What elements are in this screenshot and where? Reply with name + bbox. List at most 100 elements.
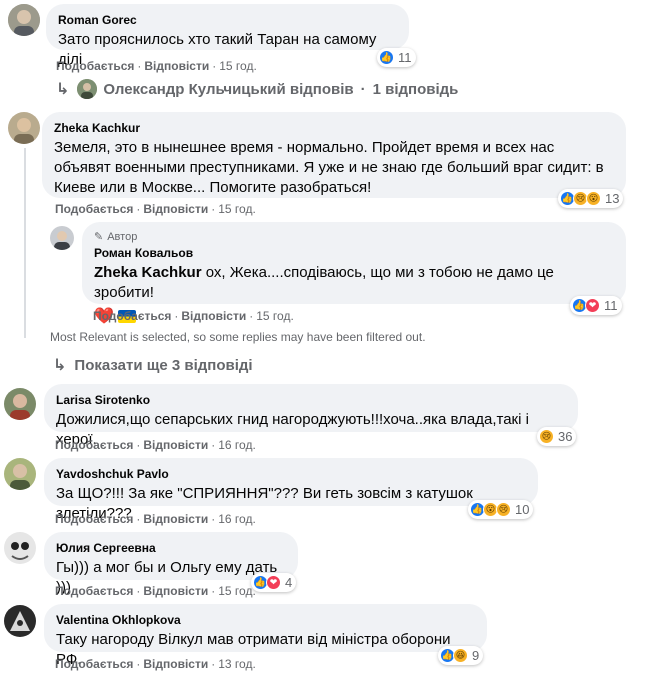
separator: · [136, 202, 141, 216]
haha-icon: 😆 [453, 648, 468, 663]
reaction-summary[interactable]: 👍 ❤ 11 [570, 296, 622, 315]
reaction-count: 11 [604, 298, 618, 313]
like-button[interactable]: Подобається [55, 512, 133, 526]
separator: · [211, 657, 216, 671]
separator: · [136, 512, 141, 526]
reaction-summary[interactable]: 👍 😢 😮 13 [558, 189, 624, 208]
avatar[interactable] [4, 532, 36, 564]
avatar[interactable] [50, 226, 74, 250]
reaction-count: 36 [558, 429, 573, 444]
filter-notice: Most Relevant is selected, so some repli… [50, 330, 426, 344]
avatar[interactable] [4, 458, 36, 490]
like-button[interactable]: Подобається [93, 309, 171, 323]
comment-bubble: Larisa Sirotenko Дожилися,що сепарських … [44, 384, 578, 448]
reaction-count: 9 [472, 648, 480, 663]
wow-icon: 😮 [586, 191, 601, 206]
avatar [77, 79, 98, 99]
separator: · [211, 202, 216, 216]
like-icon: 👍 [379, 50, 394, 65]
separator: · [211, 512, 216, 526]
separator: · [136, 657, 141, 671]
avatar-image [8, 112, 40, 144]
view-replies-link[interactable]: ↳ Олександр Кульчицький відповів · 1 від… [56, 79, 458, 99]
timestamp[interactable]: 15 год. [256, 309, 294, 323]
reaction-count: 11 [398, 50, 412, 65]
like-button[interactable]: Подобається [56, 59, 134, 73]
separator: · [174, 309, 179, 323]
avatar[interactable] [4, 605, 36, 637]
comment-actions: Подобається · Відповісти · 13 год. [55, 656, 256, 672]
like-button[interactable]: Подобається [55, 438, 133, 452]
timestamp[interactable]: 16 год. [218, 512, 256, 526]
reaction-summary[interactable]: 👍 😆 9 [438, 646, 484, 665]
reply-count: 1 відповідь [372, 80, 459, 98]
comment-author[interactable]: Юлия Сергеевна [56, 540, 286, 556]
comment-actions: Подобається · Відповісти · 16 год. [55, 511, 256, 527]
timestamp[interactable]: 13 год. [218, 657, 256, 671]
reply-arrow-icon: ↳ [56, 81, 70, 98]
reply-bubble: ✎ Автор Роман Ковальов Zheka Kachkur ох,… [82, 222, 626, 325]
timestamp[interactable]: 15 год. [218, 584, 256, 598]
separator: · [137, 59, 142, 73]
comment-bubble: Zheka Kachkur Земеля, это в нынешнее вре… [42, 112, 626, 198]
show-more-replies-label: Показати ще 3 відповіді [74, 356, 253, 374]
separator: · [212, 59, 217, 73]
reply-button[interactable]: Відповісти [143, 438, 208, 452]
reaction-summary[interactable]: 😢 36 [537, 427, 577, 446]
separator: · [249, 309, 254, 323]
avatar-image [4, 388, 36, 420]
reply-summary-label: відповів [289, 80, 354, 98]
comment-author[interactable]: Larisa Sirotenko [56, 392, 566, 408]
like-button[interactable]: Подобається [55, 584, 133, 598]
reaction-summary[interactable]: 👍 😮 😢 10 [468, 500, 534, 519]
reply-button[interactable]: Відповісти [143, 202, 208, 216]
love-icon: ❤ [585, 298, 600, 313]
timestamp[interactable]: 15 год. [219, 59, 257, 73]
avatar-image [4, 458, 36, 490]
comment-author[interactable]: Roman Gorec [58, 12, 397, 28]
reply-text: Zheka Kachkur ох, Жека....сподіваюсь, що… [94, 263, 614, 303]
separator: · [136, 438, 141, 452]
avatar[interactable] [8, 4, 40, 36]
reply-button[interactable]: Відповісти [181, 309, 246, 323]
reply-button[interactable]: Відповісти [143, 584, 208, 598]
reply-button[interactable]: Відповісти [143, 512, 208, 526]
comment-bubble: Roman Gorec Зато прояснилось хто такий Т… [46, 4, 409, 68]
sad-icon: 😢 [496, 502, 511, 517]
reaction-summary[interactable]: 👍 11 [377, 48, 416, 67]
thread-line [24, 148, 26, 338]
avatar[interactable] [8, 112, 40, 144]
comment-actions: Подобається · Відповісти · 16 год. [55, 437, 256, 453]
comment-actions: Подобається · Відповісти · 15 год. [55, 201, 256, 217]
show-more-replies-link[interactable]: ↳ Показати ще 3 відповіді [53, 355, 253, 375]
reaction-summary[interactable]: 👍 ❤ 4 [251, 573, 297, 592]
comment-bubble: Yavdoshchuk Pavlo За ЩО?!!! За яке "СПРИ… [44, 458, 538, 522]
reply-author[interactable]: Роман Ковальов [94, 245, 614, 261]
avatar-image [8, 4, 40, 36]
comment-actions: Подобається · Відповісти · 15 год. [55, 583, 256, 599]
avatar-image [50, 226, 74, 250]
reply-summary-author: Олександр Кульчицький [103, 80, 286, 98]
author-badge-label: Автор [107, 230, 138, 243]
comment-actions: Подобається · Відповісти · 15 год. [56, 58, 257, 74]
avatar-image [4, 605, 36, 637]
avatar-image [4, 532, 36, 564]
timestamp[interactable]: 15 год. [218, 202, 256, 216]
comment-author[interactable]: Yavdoshchuk Pavlo [56, 466, 526, 482]
timestamp[interactable]: 16 год. [218, 438, 256, 452]
author-badge: ✎ Автор [94, 230, 614, 244]
love-icon: ❤ [266, 575, 281, 590]
like-button[interactable]: Подобається [55, 202, 133, 216]
separator: · [360, 80, 366, 98]
like-button[interactable]: Подобається [55, 657, 133, 671]
reaction-count: 4 [285, 575, 293, 590]
separator: · [211, 584, 216, 598]
comment-author[interactable]: Valentina Okhlopkova [56, 612, 475, 628]
pen-icon: ✎ [94, 231, 104, 243]
comment-author[interactable]: Zheka Kachkur [54, 120, 614, 136]
avatar[interactable] [4, 388, 36, 420]
reply-button[interactable]: Відповісти [144, 59, 209, 73]
mention-link[interactable]: Zheka Kachkur [94, 264, 202, 281]
reply-button[interactable]: Відповісти [143, 657, 208, 671]
reply-actions: Подобається · Відповісти · 15 год. [93, 308, 294, 324]
